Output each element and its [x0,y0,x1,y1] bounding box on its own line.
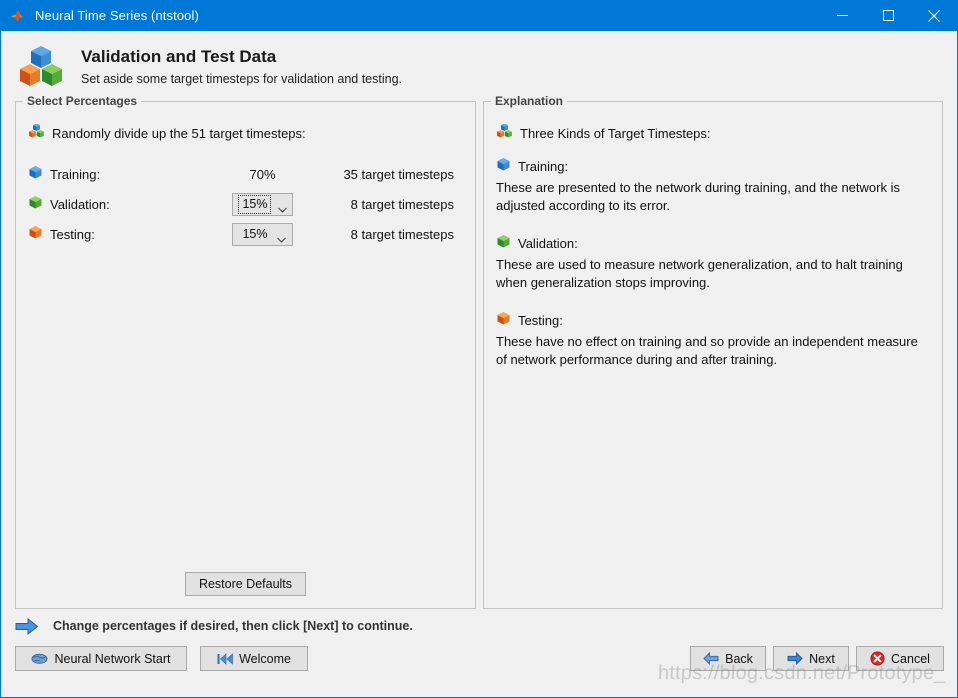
cancel-button[interactable]: Cancel [856,646,944,671]
training-label-cell: Training: [28,165,221,183]
explanation-testing-title-row: Testing: [496,311,927,329]
explanation-body: Three Kinds of Target Timesteps: Trainin… [484,112,942,368]
left-arrow-icon [703,652,719,665]
testing-percent-select[interactable]: 15% [232,222,293,246]
testing-row: Testing: 15% 8 target timesteps [28,219,475,249]
explanation-training-title: Training: [518,158,569,174]
ntstool-window: Neural Time Series (ntstool) Validation … [0,0,958,698]
welcome-label: Welcome [239,651,291,666]
footer-right-buttons: Back Next Cancel [690,646,944,671]
testing-count: 8 target timesteps [350,226,454,242]
randomly-divide-text: Randomly divide up the 51 target timeste… [52,126,306,141]
header-text: Validation and Test Data Set aside some … [81,46,402,87]
training-count: 35 target timesteps [343,166,454,182]
testing-percent-value: 15% [242,226,268,241]
hint-text: Change percentages if desired, then clic… [53,619,413,633]
explanation-heading-row: Three Kinds of Target Timesteps: [496,123,927,143]
training-label: Training: [50,166,101,182]
three-cubes-icon [28,123,45,143]
randomly-divide-row: Randomly divide up the 51 target timeste… [16,112,475,143]
window-titlebar: Neural Time Series (ntstool) [1,0,957,31]
explanation-testing-body: These have no effect on training and so … [496,334,918,367]
restore-defaults-button[interactable]: Restore Defaults [184,572,307,596]
validation-label: Validation: [50,196,110,212]
green-cube-icon [496,234,511,252]
validation-row: Validation: 15% 8 target timesteps [28,189,475,219]
three-cubes-icon [15,41,67,91]
validation-percent-value: 15% [242,196,268,211]
percentages-table: Training: 70% 35 target timesteps Valida… [16,159,475,249]
back-button[interactable]: Back [690,646,766,671]
validation-percent-select[interactable]: 15% [232,192,293,216]
testing-percent-cell: 15% [221,222,304,246]
select-percentages-title: Select Percentages [23,94,142,108]
training-row: Training: 70% 35 target timesteps [28,159,475,189]
validation-count: 8 target timesteps [350,196,454,212]
validation-percent-cell: 15% [221,192,304,216]
validation-label-cell: Validation: [28,195,221,213]
explanation-title: Explanation [491,94,568,108]
footer-left-buttons: Neural Network Start Welcome [15,646,308,671]
blue-cube-icon [28,165,43,183]
neural-network-start-button[interactable]: Neural Network Start [15,646,187,671]
three-cubes-icon [496,123,513,143]
panels-container: Select Percentages Randomly divide up th… [1,94,957,609]
orange-cube-icon [496,311,511,329]
explanation-validation-title: Validation: [518,235,578,251]
brain-icon [31,652,48,665]
window-controls [819,0,957,31]
right-arrow-icon [787,652,803,665]
skip-back-icon [217,652,233,665]
chevron-down-icon [276,231,286,243]
close-icon[interactable] [911,0,957,31]
green-cube-icon [28,195,43,213]
explanation-training-title-row: Training: [496,157,927,175]
maximize-icon[interactable] [865,0,911,31]
footer-bar: Neural Network Start Welcome Back Next C… [1,643,957,697]
hint-bar: Change percentages if desired, then clic… [1,609,957,643]
page-subtitle: Set aside some target timesteps for vali… [81,71,403,86]
window-title: Neural Time Series (ntstool) [35,8,199,23]
page-title: Validation and Test Data [81,46,277,66]
matlab-logo-icon [10,7,27,24]
neural-network-start-label: Neural Network Start [54,651,171,666]
chevron-down-icon [277,201,287,213]
explanation-section-validation: Validation: These are used to measure ne… [496,234,927,291]
testing-label-cell: Testing: [28,225,221,243]
error-circle-icon [870,651,885,666]
explanation-testing-title: Testing: [518,312,563,328]
explanation-section-testing: Testing: These have no effect on trainin… [496,311,927,368]
select-percentages-panel: Select Percentages Randomly divide up th… [15,94,476,609]
training-percent-value: 70% [249,166,276,182]
explanation-heading: Three Kinds of Target Timesteps: [520,126,711,141]
explanation-section-training: Training: These are presented to the net… [496,157,927,214]
blue-right-arrow-icon [15,617,39,635]
next-button[interactable]: Next [773,646,849,671]
back-label: Back [725,651,753,666]
minimize-icon[interactable] [819,0,865,31]
restore-defaults-wrap: Restore Defaults [16,572,475,596]
orange-cube-icon [28,225,43,243]
explanation-validation-body: These are used to measure network genera… [496,257,903,290]
page-header: Validation and Test Data Set aside some … [1,31,957,101]
next-label: Next [809,651,835,666]
explanation-training-body: These are presented to the network durin… [496,180,900,213]
explanation-panel: Explanation Three Kinds of Target Timest… [483,94,943,609]
explanation-validation-title-row: Validation: [496,234,927,252]
testing-label: Testing: [50,226,95,242]
cancel-label: Cancel [891,651,930,666]
blue-cube-icon [496,157,511,175]
welcome-button[interactable]: Welcome [200,646,308,671]
